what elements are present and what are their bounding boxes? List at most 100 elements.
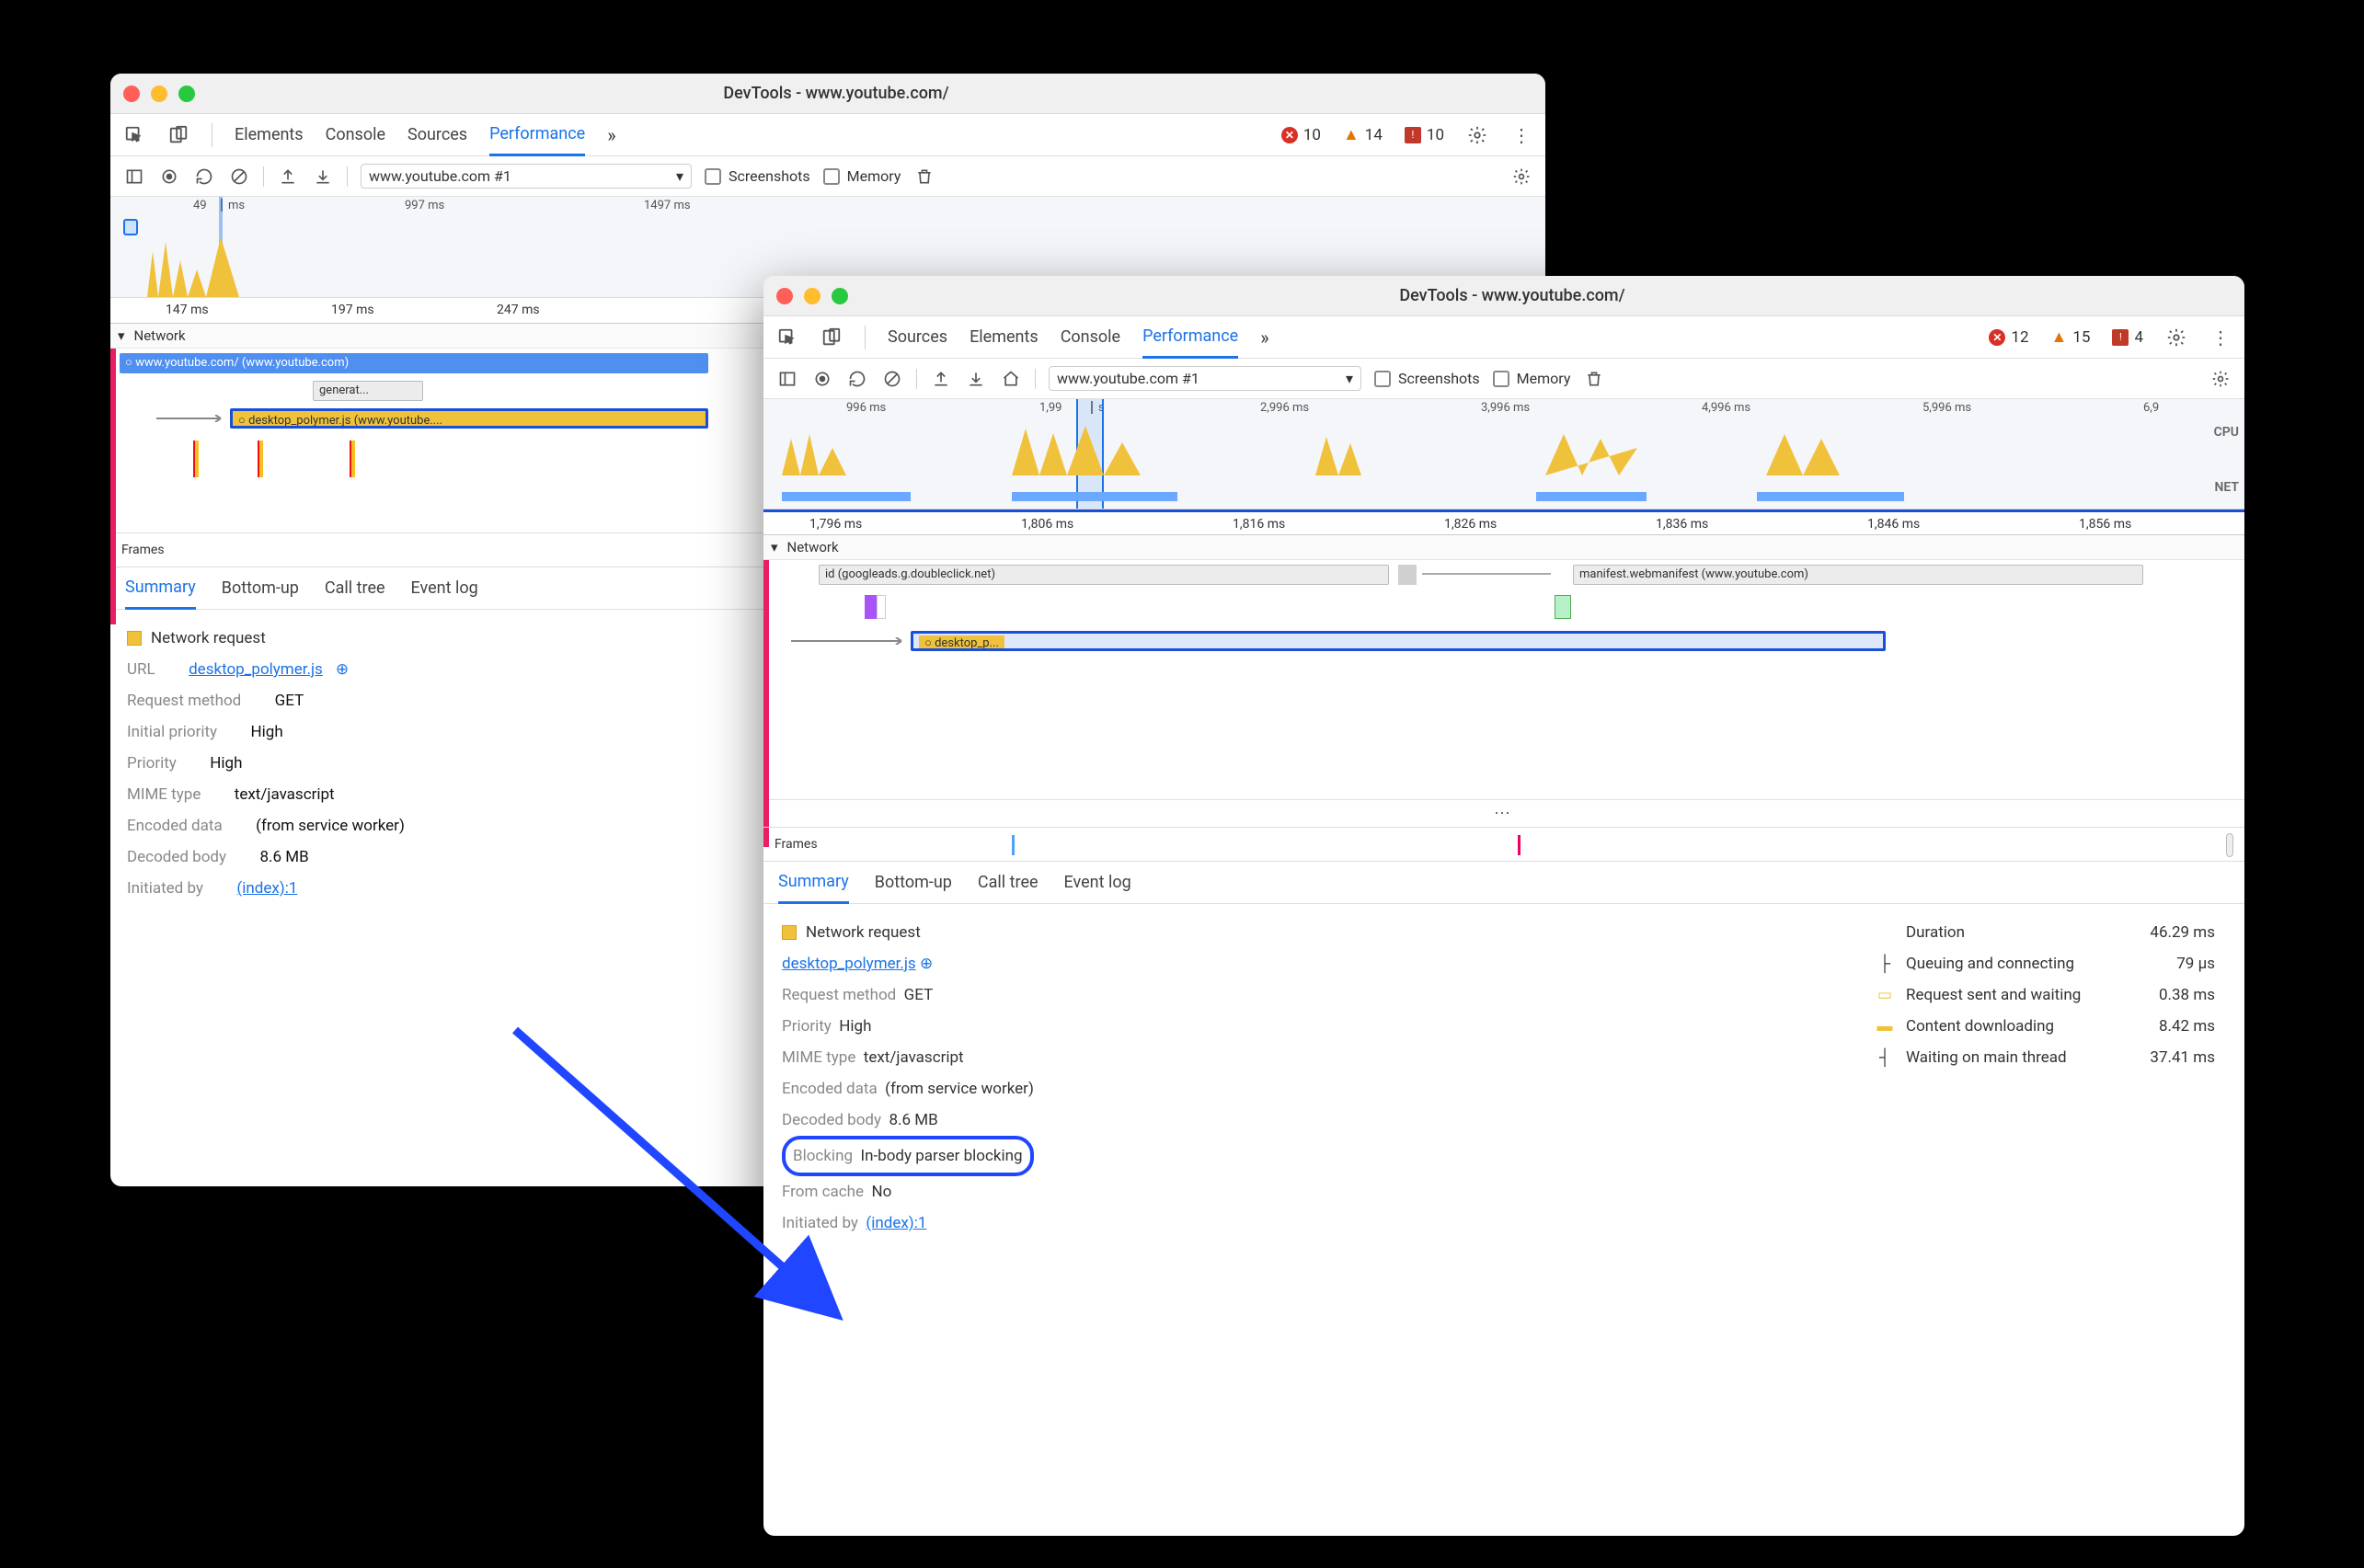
initiator-link[interactable]: (index):1 [236,873,297,904]
perf-toolbar: www.youtube.com #1▾ Screenshots Memory [763,359,2244,399]
recording-select[interactable]: www.youtube.com #1▾ [1049,366,1361,391]
subtab-eventlog[interactable]: Event log [411,567,478,610]
subtab-calltree[interactable]: Call tree [325,567,385,610]
copy-icon[interactable]: ⊕ [920,955,933,973]
network-panel: ▾ Network id (googleads.g.doubleclick.ne… [763,535,2244,827]
info-badge[interactable]: !10 [1405,126,1444,144]
toggle-panel-icon[interactable] [776,368,798,390]
subtab-eventlog[interactable]: Event log [1064,862,1131,904]
tab-performance[interactable]: Performance [1142,316,1238,359]
tab-elements[interactable]: Elements [970,316,1039,359]
warn-badge[interactable]: ▲15 [2051,327,2091,347]
reload-icon[interactable] [193,166,215,188]
close-icon[interactable] [776,288,793,304]
disclosure-icon[interactable]: ▾ [118,327,125,344]
js-swatch-icon [127,631,142,646]
more-tabs[interactable]: » [1260,326,1268,349]
chevron-down-icon: ▾ [676,167,683,185]
warn-badge[interactable]: ▲14 [1343,125,1383,144]
trash-icon[interactable] [1583,368,1605,390]
traffic-lights [123,86,195,102]
device-icon[interactable] [821,326,843,349]
window-title: DevTools - www.youtube.com/ [848,286,2176,305]
network-label: Network [134,327,186,344]
traffic-lights [776,288,848,304]
maximize-icon[interactable] [178,86,195,102]
home-icon[interactable] [1000,368,1022,390]
url-link[interactable]: desktop_polymer.js [189,654,323,685]
detail-title: Network request [806,917,921,948]
recording-select[interactable]: www.youtube.com #1▾ [361,164,692,189]
kebab-icon[interactable]: ⋮ [2209,326,2232,349]
minimize-icon[interactable] [804,288,821,304]
track-id[interactable]: id (googleads.g.doubleclick.net) [819,565,1389,585]
tab-console[interactable]: Console [326,114,385,156]
devtools-window-right: DevTools - www.youtube.com/ Sources Elem… [763,276,2244,1536]
frames-bar[interactable]: Frames [763,827,2244,862]
track-generate[interactable]: generat... [313,381,423,401]
disclosure-icon[interactable]: ▾ [771,539,778,555]
reload-icon[interactable] [846,368,868,390]
kebab-icon[interactable]: ⋮ [1510,124,1532,146]
record-icon[interactable] [158,166,180,188]
inspect-icon[interactable] [776,326,798,349]
request-details: Network request desktop_polymer.js ⊕ Req… [763,904,2244,1261]
track-manifest[interactable]: manifest.webmanifest (www.youtube.com) [1573,565,2143,585]
cpu-label: CPU [2214,425,2239,440]
subtab-summary[interactable]: Summary [125,567,196,610]
network-tracks[interactable]: id (googleads.g.doubleclick.net) manifes… [763,560,2244,799]
screenshots-checkbox[interactable]: Screenshots [1374,370,1480,387]
inspect-icon[interactable] [123,124,145,146]
gear-icon[interactable] [2209,368,2232,390]
device-icon[interactable] [167,124,189,146]
upload-icon[interactable] [277,166,299,188]
memory-checkbox[interactable]: Memory [823,167,901,185]
maximize-icon[interactable] [832,288,848,304]
tab-sources[interactable]: Sources [888,316,947,359]
record-icon[interactable] [811,368,833,390]
track-polymer[interactable]: ○ desktop_polymer.js (www.youtube.... [230,408,708,429]
tab-console[interactable]: Console [1061,316,1120,359]
track-doc[interactable]: ○ www.youtube.com/ (www.youtube.com) [120,353,708,373]
download-icon[interactable] [312,166,334,188]
memory-checkbox[interactable]: Memory [1493,370,1571,387]
window-title: DevTools - www.youtube.com/ [195,84,1477,103]
copy-icon[interactable]: ⊕ [336,654,349,685]
tab-performance[interactable]: Performance [489,114,585,156]
overview-timeline[interactable]: 996 ms 1,99 s 2,996 ms 3,996 ms 4,996 ms… [763,399,2244,509]
more-tabs[interactable]: » [607,124,615,146]
subtab-bottomup[interactable]: Bottom-up [222,567,299,610]
expand-dots[interactable]: ⋯ [763,799,2244,827]
panel-tabs: Elements Console Sources Performance » ✕… [110,114,1545,156]
screenshots-checkbox[interactable]: Screenshots [705,167,810,185]
close-icon[interactable] [123,86,140,102]
blocking-highlight: Blocking In-body parser blocking [782,1136,1034,1176]
gear-icon[interactable] [1510,166,1532,188]
detail-tabs: Summary Bottom-up Call tree Event log [763,862,2244,904]
panel-tabs: Sources Elements Console Performance » ✕… [763,316,2244,359]
tab-elements[interactable]: Elements [235,114,304,156]
info-badge[interactable]: !4 [2112,328,2143,347]
upload-icon[interactable] [930,368,952,390]
initiator-link[interactable]: (index):1 [866,1214,926,1232]
subtab-bottomup[interactable]: Bottom-up [875,862,952,904]
gear-icon[interactable] [1466,124,1488,146]
toggle-panel-icon[interactable] [123,166,145,188]
track-polymer[interactable]: ○ desktop_p... [911,631,1886,651]
scrollbar-thumb[interactable] [2226,833,2233,857]
download-icon[interactable] [965,368,987,390]
trash-icon[interactable] [913,166,935,188]
clear-icon[interactable] [881,368,903,390]
tab-sources[interactable]: Sources [407,114,467,156]
duration-panel: Duration46.29 ms ├Queuing and connecting… [1876,917,2226,1239]
url-link[interactable]: desktop_polymer.js [782,955,916,973]
error-badge[interactable]: ✕10 [1281,126,1321,144]
subtab-summary[interactable]: Summary [778,862,849,904]
clear-icon[interactable] [228,166,250,188]
minimize-icon[interactable] [151,86,167,102]
chevron-down-icon: ▾ [1346,370,1353,387]
time-ruler[interactable]: 1,796 ms 1,806 ms 1,816 ms 1,826 ms 1,83… [763,509,2244,535]
error-badge[interactable]: ✕12 [1989,328,2028,347]
gear-icon[interactable] [2165,326,2187,349]
subtab-calltree[interactable]: Call tree [978,862,1039,904]
